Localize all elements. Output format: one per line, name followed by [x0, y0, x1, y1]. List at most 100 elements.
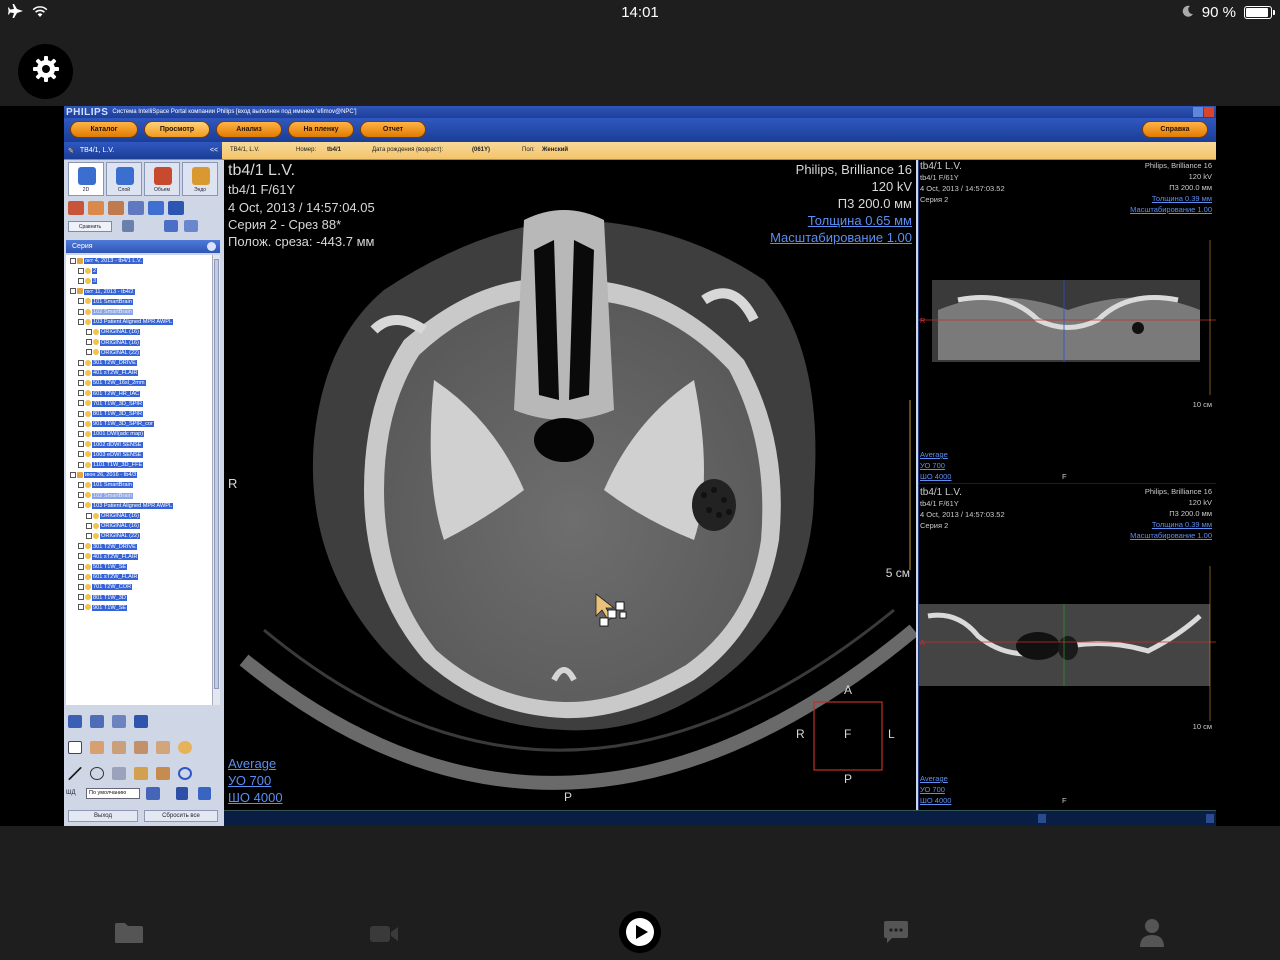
- expand-toggle-icon[interactable]: [86, 349, 92, 356]
- expand-toggle-icon[interactable]: [70, 471, 76, 478]
- right-bottom-zoom[interactable]: Масштабирование 1.00: [1130, 531, 1212, 540]
- series-tree-item[interactable]: 601 T2W_HR_IAC: [78, 390, 141, 399]
- grid-layout-icon[interactable]: [198, 787, 211, 800]
- expand-toggle-icon[interactable]: [78, 583, 84, 590]
- series-tree-item[interactable]: 501 T2W_16sl_2mm: [78, 379, 146, 388]
- series-tree-item[interactable]: 2: [78, 267, 98, 276]
- series-tree-item[interactable]: 102 SmartBrain: [78, 308, 133, 317]
- tab-endo[interactable]: Эндо: [182, 162, 218, 196]
- ruler-icon[interactable]: [134, 766, 148, 780]
- window-width-link[interactable]: ШО 4000: [228, 790, 283, 805]
- right-bottom-thickness[interactable]: Толщина 0.39 мм: [1152, 520, 1212, 529]
- expand-toggle-icon[interactable]: [78, 430, 84, 437]
- right-top-zoom[interactable]: Масштабирование 1.00: [1130, 205, 1212, 214]
- series-tree-item[interactable]: 101 SmartBrain: [78, 298, 133, 307]
- right-top-ww[interactable]: ШО 4000: [920, 472, 951, 481]
- expand-toggle-icon[interactable]: [78, 604, 84, 611]
- tab-slice[interactable]: Слой: [106, 162, 142, 196]
- right-top-thickness[interactable]: Толщина 0.39 мм: [1152, 194, 1212, 203]
- expand-toggle-icon[interactable]: [78, 267, 84, 274]
- series-tree-item[interactable]: 301 T2W_DRIVE: [78, 543, 137, 552]
- series-tree-item[interactable]: 701 T1W_3D_SPIR: [78, 400, 144, 409]
- right-top-wl[interactable]: УО 700: [920, 461, 945, 470]
- circle-icon[interactable]: [90, 766, 104, 780]
- close-series-icon[interactable]: [207, 242, 216, 251]
- series-tree-item[interactable]: 801 T1W_3D: [78, 594, 127, 603]
- expand-toggle-icon[interactable]: [78, 563, 84, 570]
- series-tree-item[interactable]: 701 T2W_COR: [78, 583, 133, 592]
- brain-icon[interactable]: [88, 201, 104, 215]
- settings-button[interactable]: [18, 44, 73, 99]
- camera-icon[interactable]: [90, 714, 104, 728]
- expand-toggle-icon[interactable]: [78, 318, 84, 325]
- right-bottom-wl[interactable]: УО 700: [920, 785, 945, 794]
- series-tree-item[interactable]: ORIGINAL (16): [86, 522, 141, 531]
- annotation-icon[interactable]: [156, 766, 170, 780]
- expand-toggle-icon[interactable]: [78, 400, 84, 407]
- window-level-link[interactable]: УО 700: [228, 773, 271, 788]
- play-button[interactable]: [618, 910, 662, 959]
- line-icon[interactable]: [68, 766, 82, 780]
- series-scrollbar[interactable]: [212, 255, 220, 705]
- series-tree-item[interactable]: 401 sT2W_FLAIR: [78, 369, 139, 378]
- series-tree-item[interactable]: ORIGINAL (16): [86, 512, 141, 521]
- expand-toggle-icon[interactable]: [86, 522, 92, 529]
- right-bottom-ww[interactable]: ШО 4000: [920, 796, 951, 805]
- link-icon[interactable]: [122, 220, 134, 232]
- expand-toggle-icon[interactable]: [78, 492, 84, 499]
- compare-icon[interactable]: [68, 201, 84, 215]
- pointer-icon[interactable]: [68, 740, 82, 754]
- expand-toggle-icon[interactable]: [78, 441, 84, 448]
- expand-toggle-icon[interactable]: [78, 390, 84, 397]
- grid-icon[interactable]: [168, 201, 184, 215]
- expand-toggle-icon[interactable]: [78, 573, 84, 580]
- expand-toggle-icon[interactable]: [78, 308, 84, 315]
- arrow-icon[interactable]: [184, 220, 198, 232]
- series-tree-item[interactable]: 1101 T1W_3D_FFE: [78, 461, 144, 470]
- coronal-viewport[interactable]: tb4/1 L.V. tb4/1 F/61Y 4 Oct, 2013 / 14:…: [918, 160, 1216, 484]
- expand-toggle-icon[interactable]: [86, 328, 92, 335]
- tab-volume[interactable]: Объем: [144, 162, 180, 196]
- series-tree-item[interactable]: 102 SmartBrain: [78, 492, 133, 501]
- series-tree-item[interactable]: 103 Patient Aligned MPR AWPL: [78, 502, 174, 511]
- print-icon[interactable]: [176, 787, 188, 800]
- scroll-up-icon[interactable]: [1038, 814, 1046, 823]
- expand-toggle-icon[interactable]: [78, 298, 84, 305]
- close-button[interactable]: [1204, 107, 1214, 117]
- sagittal-viewport[interactable]: tb4/1 L.V. tb4/1 F/61Y 4 Oct, 2013 / 14:…: [918, 486, 1216, 810]
- series-tree-item[interactable]: 1002 dDWI SENSE: [78, 441, 143, 450]
- scroll-up-icon-2[interactable]: [1206, 814, 1214, 823]
- expand-toggle-icon[interactable]: [78, 369, 84, 376]
- expand-toggle-icon[interactable]: [78, 451, 84, 458]
- head-icon[interactable]: [108, 201, 124, 215]
- series-tree-item[interactable]: 103 Patient Aligned MPR AWPL: [78, 318, 174, 327]
- window-level-icon[interactable]: [112, 740, 126, 754]
- right-top-window-preset[interactable]: Average: [920, 450, 948, 459]
- menu-report[interactable]: Отчет: [360, 121, 426, 138]
- series-tree-item[interactable]: июн 26, 2016 - tb4/3: [70, 471, 138, 480]
- series-tree-item[interactable]: 101 SmartBrain: [78, 481, 133, 490]
- window-preset-icon[interactable]: [146, 787, 160, 800]
- chat-icon[interactable]: [883, 920, 909, 949]
- series-tree-item[interactable]: 901 T1W_SE: [78, 604, 128, 613]
- menu-catalog[interactable]: Каталог: [70, 121, 138, 138]
- wd-preset-select[interactable]: По умолчанию: [86, 788, 140, 799]
- series-tree-item[interactable]: окт 11, 2013 - tb4/2: [70, 288, 135, 297]
- patient-tab[interactable]: ✎ ТВ4/1, L.V. <<: [64, 142, 222, 159]
- overlay-thickness[interactable]: Толщина 0.65 мм: [808, 213, 912, 228]
- series-tree-item[interactable]: ORIGINAL (22): [86, 349, 141, 358]
- minimize-button[interactable]: [1193, 107, 1203, 117]
- rotate-icon[interactable]: [156, 740, 170, 754]
- series-tree-item[interactable]: 3: [78, 277, 98, 286]
- oval-icon[interactable]: [178, 740, 192, 754]
- series-tree-item[interactable]: 801 T1W_3D_SPIR: [78, 410, 144, 419]
- menu-film[interactable]: На пленку: [288, 121, 354, 138]
- compare-button[interactable]: Сравнить: [68, 221, 112, 232]
- menu-analysis[interactable]: Анализ: [216, 121, 282, 138]
- expand-toggle-icon[interactable]: [78, 481, 84, 488]
- video-frame[interactable]: PHILIPS Система IntelliSpace Portal комп…: [0, 106, 1280, 826]
- series-tree-item[interactable]: 1003 eDWI SENSE: [78, 451, 143, 460]
- expand-toggle-icon[interactable]: [78, 543, 84, 550]
- expand-toggle-icon[interactable]: [78, 410, 84, 417]
- help-button[interactable]: Справка: [1142, 121, 1208, 138]
